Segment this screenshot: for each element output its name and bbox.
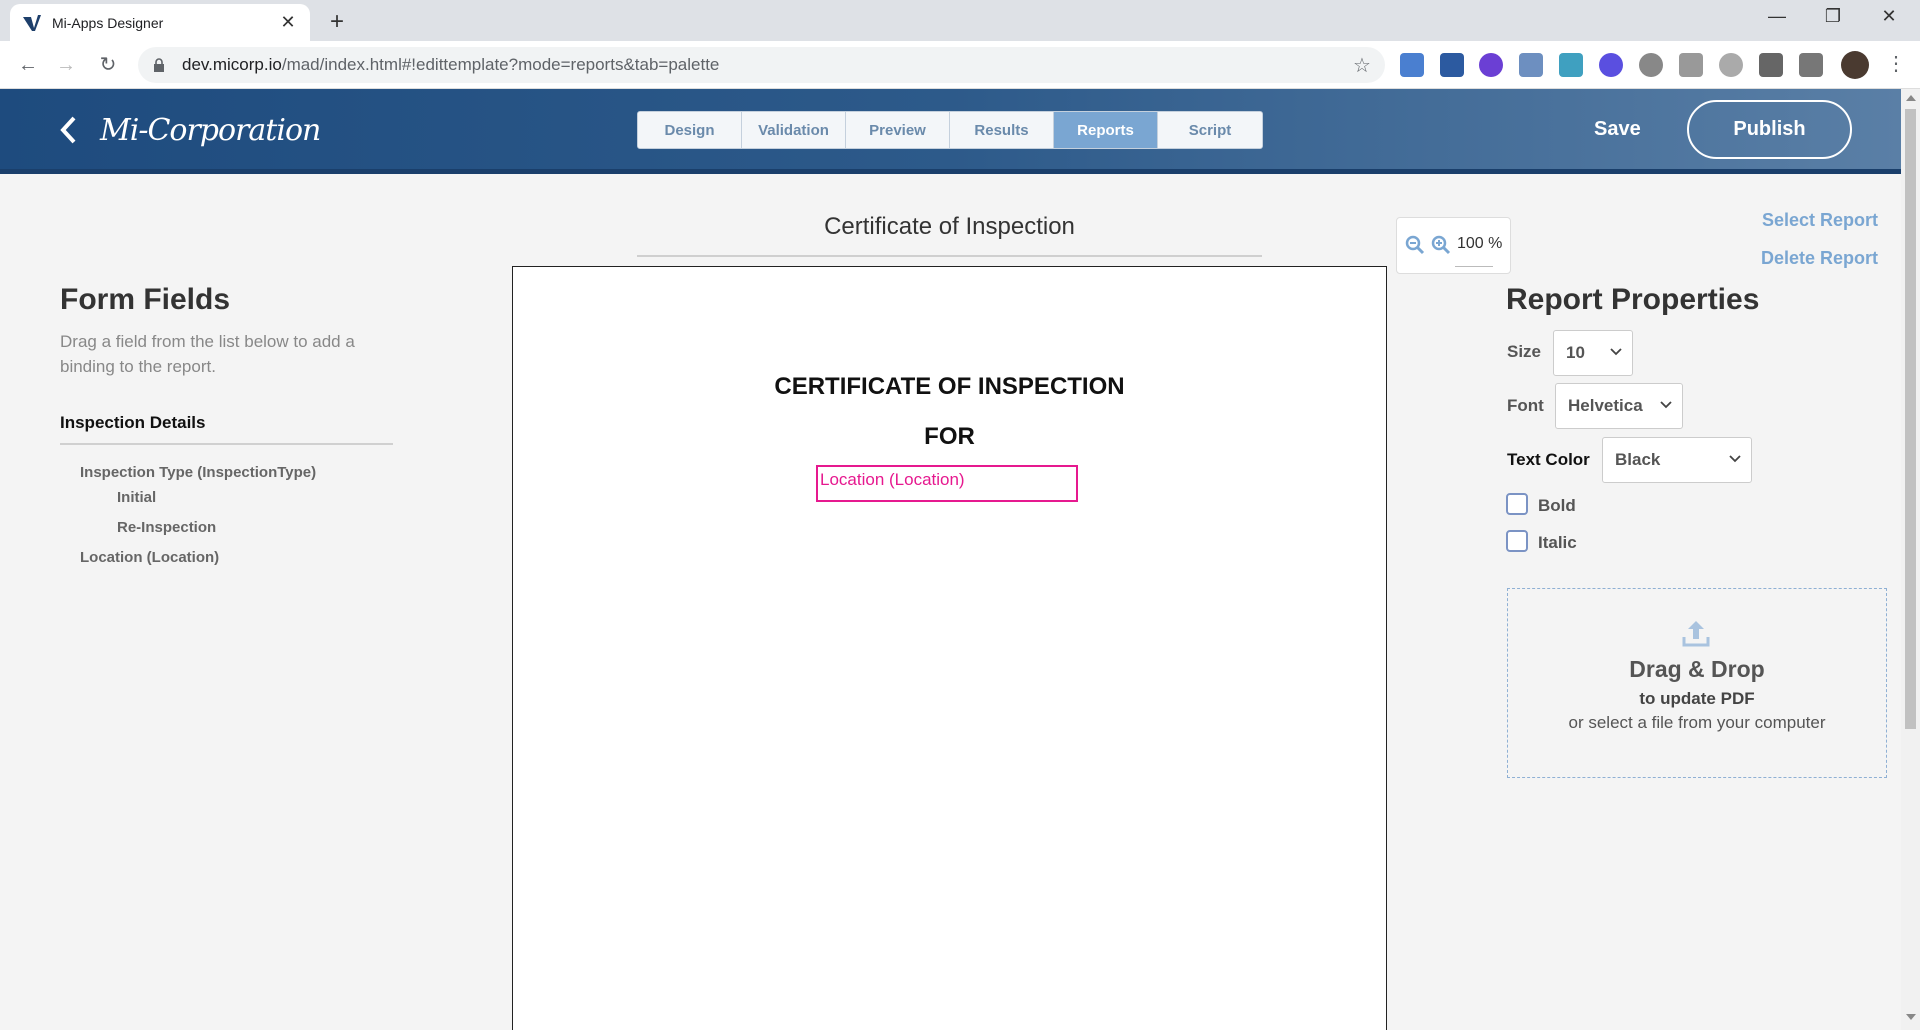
field-location[interactable]: Location (Location) (80, 549, 219, 566)
extension-icon-1[interactable] (1400, 53, 1424, 77)
lock-icon (154, 58, 164, 72)
extension-icon-3[interactable] (1479, 53, 1503, 77)
new-tab-icon[interactable]: + (322, 8, 352, 36)
bold-label: Bold (1538, 496, 1576, 515)
text-color-value: Black (1615, 450, 1661, 469)
back-arrow-icon[interactable]: ← (14, 51, 42, 79)
size-label: Size (1507, 342, 1542, 361)
field-option-initial[interactable]: Initial (117, 489, 156, 506)
app-header: Mi-Corporation Design Validation Preview… (0, 89, 1901, 174)
close-window-icon[interactable]: ✕ (1869, 6, 1909, 27)
tab-preview[interactable]: Preview (846, 112, 950, 148)
zoom-level[interactable]: 100 % (1457, 235, 1502, 253)
forward-arrow-icon[interactable]: → (52, 51, 80, 79)
vertical-scrollbar[interactable] (1901, 89, 1920, 1030)
zoom-control: 100 % (1396, 217, 1511, 274)
close-tab-icon[interactable]: ✕ (278, 12, 298, 33)
italic-checkbox[interactable] (1506, 530, 1528, 552)
tab-script[interactable]: Script (1158, 112, 1262, 148)
size-select[interactable]: 10 (1553, 330, 1633, 376)
size-value: 10 (1566, 343, 1585, 362)
chevron-down-icon (1610, 348, 1622, 356)
upload-icon (1682, 621, 1710, 647)
url-path: /mad/index.html#!edittemplate?mode=repor… (281, 55, 720, 74)
extension-icon-7[interactable] (1639, 53, 1663, 77)
zoom-underline (1455, 266, 1493, 267)
zoom-in-icon[interactable] (1431, 235, 1451, 255)
reload-icon[interactable]: ↻ (94, 51, 122, 79)
restore-icon[interactable]: ❐ (1813, 6, 1853, 27)
extension-icon-6[interactable] (1599, 53, 1623, 77)
extension-icon-9[interactable] (1719, 53, 1743, 77)
scrollbar-thumb[interactable] (1905, 109, 1916, 729)
browser-toolbar: ← → ↻ dev.micorp.io/mad/index.html#!edit… (0, 41, 1920, 89)
minimize-icon[interactable]: — (1757, 6, 1797, 27)
kebab-menu-icon[interactable]: ⋮ (1886, 51, 1906, 76)
bold-checkbox[interactable] (1506, 493, 1528, 515)
drag-drop-title: Drag & Drop (1629, 656, 1765, 682)
form-fields-description: Drag a field from the list below to add … (60, 332, 355, 376)
drag-drop-subtitle: to update PDF (1639, 689, 1755, 708)
mi-corporation-logo: Mi-Corporation (100, 113, 321, 148)
font-value: Helvetica (1568, 396, 1643, 415)
puzzle-icon[interactable] (1759, 53, 1783, 77)
browser-tab-bar: Mi-Apps Designer ✕ + — ❐ ✕ (0, 0, 1920, 41)
tab-results[interactable]: Results (950, 112, 1054, 148)
mode-tabs: Design Validation Preview Results Report… (637, 111, 1263, 149)
report-page-canvas[interactable]: CERTIFICATE OF INSPECTION FOR Location (… (512, 266, 1387, 1030)
drag-drop-hint[interactable]: or select a file from your computer (1508, 713, 1886, 733)
scroll-up-arrow-icon[interactable] (1906, 95, 1916, 101)
report-properties-title: Report Properties (1506, 283, 1760, 316)
field-inspection-type[interactable]: Inspection Type (InspectionType) (80, 464, 316, 481)
address-bar[interactable]: dev.micorp.io/mad/index.html#!edittempla… (138, 47, 1385, 83)
font-label: Font (1507, 396, 1544, 415)
delete-report-link[interactable]: Delete Report (1761, 248, 1878, 269)
cast-icon[interactable] (1799, 53, 1823, 77)
text-color-select[interactable]: Black (1602, 437, 1752, 483)
url-host: dev.micorp.io (182, 55, 282, 74)
pdf-drop-zone[interactable]: Drag & Drop to update PDF or select a fi… (1507, 588, 1887, 778)
certificate-for-text: FOR (924, 423, 975, 450)
select-report-link[interactable]: Select Report (1762, 210, 1878, 231)
text-color-label: Text Color (1507, 450, 1590, 469)
extension-icon-4[interactable] (1519, 53, 1543, 77)
extension-icon-5[interactable] (1559, 53, 1583, 77)
tab-reports[interactable]: Reports (1054, 112, 1158, 148)
chevron-down-icon (1729, 455, 1741, 463)
tab-title: Mi-Apps Designer (52, 14, 164, 31)
certificate-heading: CERTIFICATE OF INSPECTION (774, 373, 1125, 400)
extension-icon-8[interactable] (1679, 53, 1703, 77)
inspection-details-section[interactable]: Inspection Details (60, 413, 393, 445)
scroll-down-arrow-icon[interactable] (1906, 1014, 1916, 1020)
extension-icon-2[interactable] (1440, 53, 1464, 77)
form-fields-title: Form Fields (60, 283, 231, 316)
report-name[interactable]: Certificate of Inspection (637, 213, 1262, 257)
bookmark-star-icon[interactable]: ☆ (1347, 53, 1377, 78)
chevron-down-icon (1660, 401, 1672, 409)
mi-apps-favicon-icon (23, 14, 41, 31)
save-button[interactable]: Save (1594, 118, 1641, 141)
field-option-reinspection[interactable]: Re-Inspection (117, 519, 216, 536)
url-text: dev.micorp.io/mad/index.html#!edittempla… (182, 55, 1347, 75)
font-select[interactable]: Helvetica (1555, 383, 1683, 429)
browser-tab[interactable]: Mi-Apps Designer ✕ (10, 4, 310, 41)
location-binding-box[interactable]: Location (Location) (816, 465, 1078, 502)
tab-design[interactable]: Design (638, 112, 742, 148)
tab-validation[interactable]: Validation (742, 112, 846, 148)
italic-label: Italic (1538, 533, 1577, 552)
profile-avatar[interactable] (1841, 51, 1869, 79)
publish-button[interactable]: Publish (1687, 100, 1852, 159)
back-chevron-icon[interactable] (58, 115, 80, 145)
zoom-out-icon[interactable] (1405, 235, 1425, 255)
